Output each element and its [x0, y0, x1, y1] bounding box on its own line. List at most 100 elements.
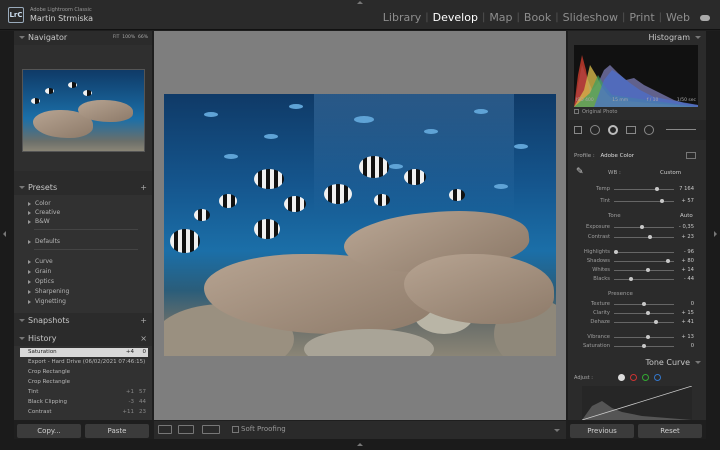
slider-dehaze[interactable]: Dehaze + 41	[568, 318, 706, 327]
preset-group-bw[interactable]: B&W	[28, 218, 50, 225]
slider-value[interactable]: - 44	[684, 275, 694, 284]
presets-header[interactable]: Presets +	[14, 181, 152, 195]
slider-shadows[interactable]: Shadows + 80	[568, 257, 706, 266]
tone-curve-header[interactable]: Tone Curve	[568, 356, 706, 370]
graduated-filter-icon[interactable]	[626, 126, 636, 134]
slider-whites[interactable]: Whites + 14	[568, 266, 706, 275]
history-step[interactable]: Saturation +4 0	[20, 348, 148, 357]
snapshots-header[interactable]: Snapshots +	[14, 314, 152, 328]
slider-blacks[interactable]: Blacks - 44	[568, 275, 706, 284]
slider-track[interactable]	[614, 270, 674, 271]
preset-group-vignetting[interactable]: Vignetting	[28, 298, 66, 305]
history-step[interactable]: Crop Rectangle	[20, 378, 148, 387]
module-develop[interactable]: Develop	[429, 11, 482, 24]
brush-slider[interactable]	[666, 129, 696, 130]
blue-channel-icon[interactable]	[654, 374, 661, 381]
add-preset-icon[interactable]: +	[140, 181, 147, 195]
slider-value[interactable]: + 80	[681, 257, 694, 266]
zoom-66[interactable]: 66%	[138, 35, 148, 40]
history-step[interactable]: Export - Hard Drive (06/02/2021 07:46:15…	[20, 358, 148, 367]
preset-group-optics[interactable]: Optics	[28, 278, 54, 285]
red-eye-icon[interactable]	[608, 125, 618, 135]
slider-value[interactable]: + 41	[681, 318, 694, 327]
preset-group-grain[interactable]: Grain	[28, 268, 51, 275]
history-step[interactable]: Contrast +11 23	[20, 408, 148, 417]
slider-vibrance[interactable]: Vibrance + 13	[568, 333, 706, 342]
slider-knob[interactable]	[654, 320, 658, 324]
photo-canvas[interactable]	[154, 31, 566, 420]
slider-value[interactable]: + 15	[681, 309, 694, 318]
main-photo[interactable]	[164, 94, 556, 356]
green-channel-icon[interactable]	[642, 374, 649, 381]
slider-knob[interactable]	[646, 268, 651, 272]
original-photo-checkbox[interactable]	[574, 109, 579, 114]
slider-track[interactable]	[614, 261, 674, 262]
module-library[interactable]: Library	[379, 11, 425, 24]
auto-tone-button[interactable]: Auto	[680, 213, 693, 219]
tone-curve-graph[interactable]	[582, 386, 692, 420]
slider-knob[interactable]	[628, 277, 633, 281]
module-map[interactable]: Map	[485, 11, 516, 24]
slider-track[interactable]	[614, 279, 674, 280]
left-panel-toggle-icon[interactable]	[3, 231, 6, 237]
navigator-header[interactable]: Navigator FIT 100% 66%	[14, 31, 152, 45]
slider-track[interactable]	[614, 337, 674, 338]
module-book[interactable]: Book	[520, 11, 555, 24]
slider-value[interactable]: 0	[691, 300, 694, 309]
compare-view-icon[interactable]	[202, 425, 220, 434]
slider-track[interactable]	[614, 237, 674, 238]
slider-knob[interactable]	[645, 335, 650, 339]
preset-group-curve[interactable]: Curve	[28, 258, 53, 265]
slider-knob[interactable]	[642, 344, 646, 348]
cloud-sync-icon[interactable]	[700, 14, 710, 21]
slider-knob[interactable]	[646, 311, 651, 315]
slider-knob[interactable]	[660, 199, 664, 203]
slider-track[interactable]	[614, 189, 674, 190]
zoom-100[interactable]: 100%	[122, 35, 135, 40]
slider-clarity[interactable]: Clarity + 15	[568, 309, 706, 318]
slider-contrast[interactable]: Contrast + 23	[568, 233, 706, 242]
slider-track[interactable]	[614, 201, 674, 202]
slider-value[interactable]: 0	[691, 342, 694, 351]
copy-button[interactable]: Copy...	[17, 424, 81, 438]
slider-tint[interactable]: Tint + 57	[568, 197, 706, 206]
preset-group-creative[interactable]: Creative	[28, 209, 60, 216]
history-step[interactable]: Black Clipping -3 44	[20, 398, 148, 407]
slider-value[interactable]: - 96	[684, 248, 694, 257]
soft-proofing-checkbox[interactable]	[232, 426, 239, 433]
slider-exposure[interactable]: Exposure - 0,35	[568, 223, 706, 232]
slider-value[interactable]: + 23	[681, 233, 694, 242]
history-step[interactable]: Crop Rectangle	[20, 368, 148, 377]
module-slideshow[interactable]: Slideshow	[559, 11, 622, 24]
slider-knob[interactable]	[648, 235, 652, 239]
slider-track[interactable]	[614, 313, 674, 314]
slider-saturation[interactable]: Saturation 0	[568, 342, 706, 351]
histogram-header[interactable]: Histogram	[568, 31, 706, 45]
toolbar-menu-icon[interactable]	[554, 429, 560, 432]
histogram-chart[interactable]: ISO 400 15 mm f / 10 1/50 sec	[574, 45, 698, 107]
navigator-zoom[interactable]: FIT 100% 66%	[113, 31, 148, 45]
slider-value[interactable]: 7 164	[679, 185, 694, 194]
top-panel-toggle-icon[interactable]	[357, 1, 363, 4]
module-web[interactable]: Web	[662, 11, 694, 24]
filmstrip-toggle-icon[interactable]	[357, 443, 363, 446]
slider-value[interactable]: + 57	[681, 197, 694, 206]
preset-group-sharpening[interactable]: Sharpening	[28, 288, 69, 295]
navigator-preview[interactable]	[22, 69, 145, 152]
profile-browser-icon[interactable]	[686, 152, 696, 159]
crop-tool-icon[interactable]	[574, 126, 582, 134]
eyedropper-icon[interactable]: ✎	[576, 167, 586, 177]
slider-knob[interactable]	[642, 302, 646, 306]
add-snapshot-icon[interactable]: +	[140, 314, 147, 328]
slider-track[interactable]	[614, 227, 674, 228]
slider-temp[interactable]: Temp 7 164	[568, 185, 706, 194]
wb-value[interactable]: Custom	[660, 170, 681, 176]
right-panel-toggle-icon[interactable]	[714, 231, 717, 237]
before-after-icon[interactable]	[178, 425, 194, 434]
previous-button[interactable]: Previous	[570, 424, 634, 438]
radial-filter-icon[interactable]	[644, 125, 654, 135]
red-channel-icon[interactable]	[630, 374, 637, 381]
profile-value[interactable]: Adobe Color	[600, 153, 634, 159]
slider-knob[interactable]	[640, 225, 645, 229]
slider-texture[interactable]: Texture 0	[568, 300, 706, 309]
